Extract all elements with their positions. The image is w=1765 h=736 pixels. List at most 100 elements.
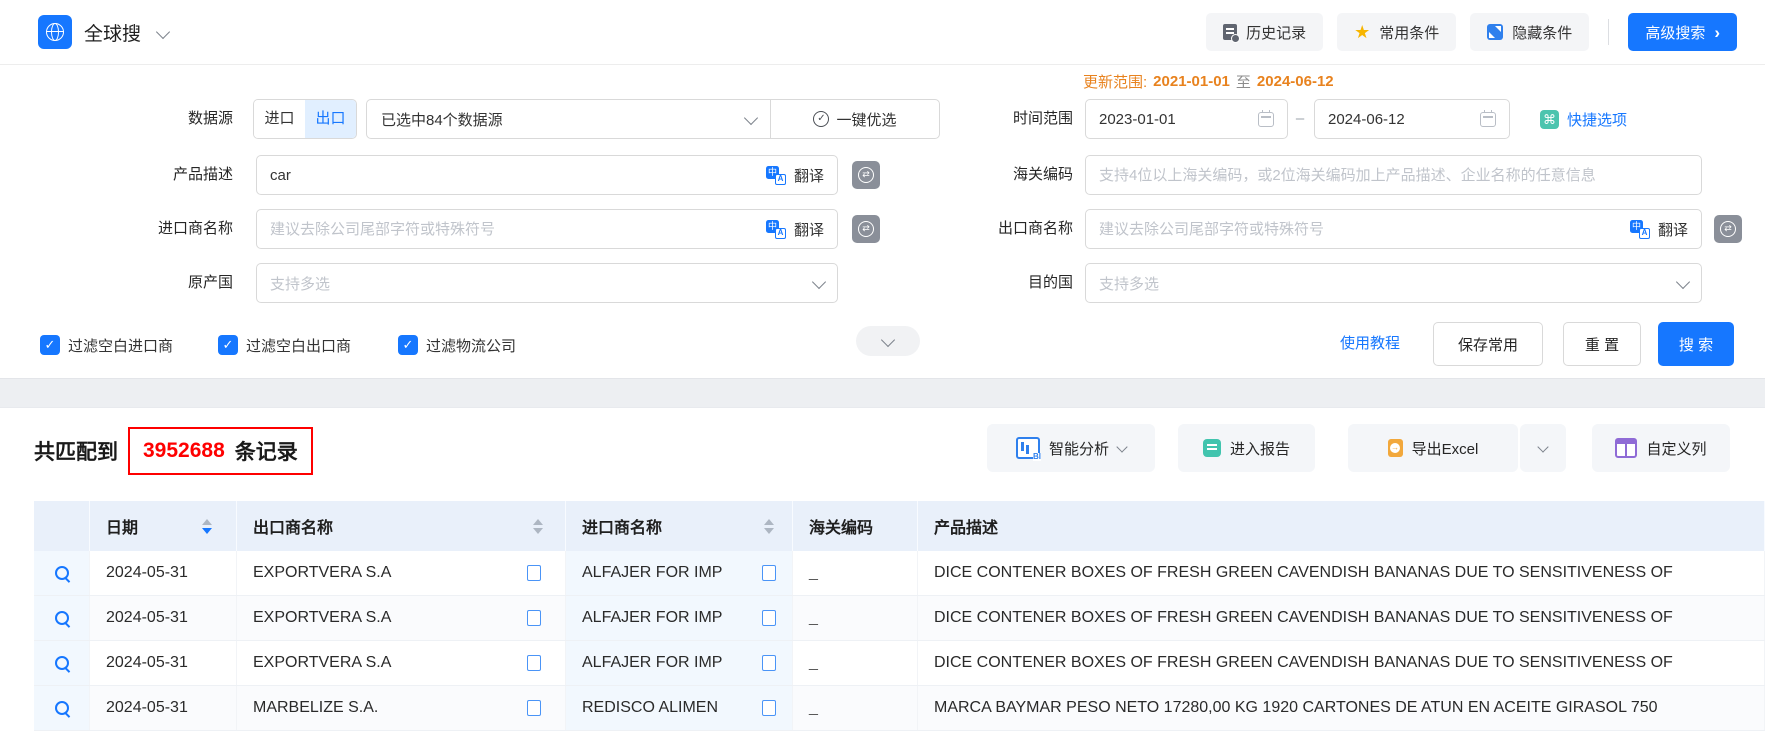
row-detail-cell[interactable] bbox=[34, 686, 90, 730]
swap-language-button[interactable]: ⇄ bbox=[852, 215, 880, 243]
calendar-icon bbox=[1480, 112, 1496, 127]
one-click-optimize-button[interactable]: ✓ 一键优选 bbox=[771, 100, 939, 138]
filter-blank-exporter-checkbox[interactable]: ✓ 过滤空白出口商 bbox=[218, 332, 351, 358]
tutorial-link[interactable]: 使用教程 bbox=[1340, 322, 1400, 366]
smart-analysis-button[interactable]: BI 智能分析 bbox=[987, 424, 1155, 472]
magnifier-icon bbox=[55, 701, 69, 715]
data-source-group: 已选中84个数据源 ✓ 一键优选 bbox=[366, 99, 940, 139]
header-date[interactable]: 日期 bbox=[90, 501, 237, 551]
exporter-input[interactable] bbox=[1099, 221, 1622, 238]
hs-code-cell: _ bbox=[793, 551, 918, 595]
tab-import[interactable]: 进口 bbox=[254, 100, 305, 138]
result-summary: 共匹配到 3952688 条记录 bbox=[34, 425, 313, 477]
custom-columns-button[interactable]: 自定义列 bbox=[1592, 424, 1730, 472]
copy-icon[interactable] bbox=[762, 655, 776, 671]
search-button[interactable]: 搜 索 bbox=[1658, 322, 1734, 366]
copy-icon[interactable] bbox=[527, 700, 541, 716]
copy-icon[interactable] bbox=[527, 655, 541, 671]
results-table: 日期 出口商名称 进口商名称 海关编码 产品描述 bbox=[34, 501, 1765, 736]
row-detail-cell[interactable] bbox=[34, 551, 90, 595]
start-date-input[interactable]: 2023-01-01 bbox=[1085, 99, 1288, 139]
row-detail-cell[interactable] bbox=[34, 641, 90, 685]
importer-cell: REDISCO ALIMEN bbox=[566, 686, 793, 730]
description-cell: DICE CONTENER BOXES OF FRESH GREEN CAVEN… bbox=[918, 641, 1765, 685]
sort-control[interactable] bbox=[202, 519, 212, 534]
hs-code-label: 海关编码 bbox=[920, 155, 1073, 195]
tab-export[interactable]: 出口 bbox=[305, 100, 356, 138]
exporter-cell: EXPORTVERA S.A bbox=[237, 596, 566, 640]
quick-options-link[interactable]: ⌘ 快捷选项 bbox=[1540, 99, 1627, 139]
translate-button[interactable]: 翻译 bbox=[794, 219, 824, 240]
copy-icon[interactable] bbox=[527, 610, 541, 626]
header-importer[interactable]: 进口商名称 bbox=[566, 501, 793, 551]
header-exporter[interactable]: 出口商名称 bbox=[237, 501, 566, 551]
data-source-dropdown[interactable]: 已选中84个数据源 bbox=[367, 100, 771, 138]
destination-select[interactable]: 支持多选 bbox=[1085, 263, 1702, 303]
collapse-icon bbox=[1487, 24, 1503, 40]
count-highlight-box: 3952688 条记录 bbox=[128, 427, 313, 475]
chevron-down-icon[interactable] bbox=[156, 25, 170, 39]
importer-input[interactable] bbox=[270, 221, 758, 238]
globe-icon bbox=[46, 23, 64, 41]
enter-report-button[interactable]: 进入报告 bbox=[1178, 424, 1315, 472]
app-screen: 全球搜 历史记录 ★ 常用条件 隐藏条件 高级搜索 › 数据源 进口 bbox=[0, 0, 1765, 736]
copy-icon[interactable] bbox=[527, 565, 541, 581]
description-cell: DICE CONTENER BOXES OF FRESH GREEN CAVEN… bbox=[918, 596, 1765, 640]
magnifier-icon bbox=[55, 611, 69, 625]
translate-button[interactable]: 翻译 bbox=[1658, 219, 1688, 240]
row-detail-cell[interactable] bbox=[34, 596, 90, 640]
match-count: 3952688 bbox=[143, 439, 225, 463]
reset-button[interactable]: 重 置 bbox=[1563, 322, 1641, 366]
table-header: 日期 出口商名称 进口商名称 海关编码 产品描述 bbox=[34, 501, 1765, 551]
hs-code-input[interactable] bbox=[1099, 167, 1688, 184]
description-cell: DICE CONTENER BOXES OF FRESH GREEN CAVEN… bbox=[918, 551, 1765, 595]
copy-icon[interactable] bbox=[762, 700, 776, 716]
filter-logistics-checkbox[interactable]: ✓ 过滤物流公司 bbox=[398, 332, 516, 358]
origin-select[interactable]: 支持多选 bbox=[256, 263, 838, 303]
sort-control[interactable] bbox=[533, 519, 543, 534]
favorites-button[interactable]: ★ 常用条件 bbox=[1337, 13, 1456, 51]
save-favorite-button[interactable]: 保存常用 bbox=[1433, 322, 1543, 366]
command-icon: ⌘ bbox=[1540, 110, 1559, 129]
chevron-down-icon bbox=[881, 332, 895, 346]
advanced-search-button[interactable]: 高级搜索 › bbox=[1628, 13, 1737, 51]
date-range-separator: – bbox=[1290, 99, 1310, 139]
sort-control[interactable] bbox=[764, 519, 774, 534]
collapse-form-button[interactable] bbox=[856, 326, 920, 356]
importer-field: 中 A 翻译 bbox=[256, 209, 838, 249]
hide-conditions-button[interactable]: 隐藏条件 bbox=[1470, 13, 1589, 51]
table-row: 2024-05-31 EXPORTVERA S.A ALFAJER FOR IM… bbox=[34, 596, 1765, 641]
chevron-down-icon bbox=[1676, 274, 1690, 288]
table-row: 2024-05-31 EXPORTVERA S.A ALFAJER FOR IM… bbox=[34, 551, 1765, 596]
chevron-down-icon bbox=[744, 110, 758, 124]
swap-language-button[interactable]: ⇄ bbox=[852, 161, 880, 189]
export-icon: → bbox=[1388, 439, 1403, 457]
filter-blank-importer-checkbox[interactable]: ✓ 过滤空白进口商 bbox=[40, 332, 173, 358]
topbar-actions: 历史记录 ★ 常用条件 隐藏条件 高级搜索 › bbox=[1206, 13, 1737, 51]
copy-icon[interactable] bbox=[762, 610, 776, 626]
chevron-right-icon: › bbox=[1714, 24, 1720, 41]
header-hs-code: 海关编码 bbox=[793, 501, 918, 551]
app-title: 全球搜 bbox=[84, 19, 141, 46]
header-search-col bbox=[34, 501, 90, 551]
translate-button[interactable]: 翻译 bbox=[794, 165, 824, 186]
end-date-input[interactable]: 2024-06-12 bbox=[1314, 99, 1510, 139]
date-cell: 2024-05-31 bbox=[90, 686, 237, 730]
export-excel-button[interactable]: → 导出Excel bbox=[1348, 424, 1518, 472]
translate-icon: 中 A bbox=[1630, 220, 1650, 239]
exporter-field: 中 A 翻译 bbox=[1085, 209, 1702, 249]
update-range-note: 更新范围: 2021-01-01 至 2024-06-12 bbox=[1083, 70, 1334, 92]
swap-icon: ⇄ bbox=[1720, 221, 1736, 237]
swap-language-button[interactable]: ⇄ bbox=[1714, 215, 1742, 243]
hs-code-field bbox=[1085, 155, 1702, 195]
divider bbox=[1608, 19, 1609, 45]
bi-chart-icon: BI bbox=[1016, 437, 1040, 459]
copy-icon[interactable] bbox=[762, 565, 776, 581]
importer-cell: ALFAJER FOR IMP bbox=[566, 596, 793, 640]
swap-icon: ⇄ bbox=[858, 221, 874, 237]
importer-label: 进口商名称 bbox=[80, 209, 233, 249]
export-excel-dropdown-button[interactable] bbox=[1520, 424, 1566, 472]
history-icon bbox=[1223, 24, 1237, 40]
product-desc-input[interactable] bbox=[270, 167, 758, 184]
history-button[interactable]: 历史记录 bbox=[1206, 13, 1323, 51]
